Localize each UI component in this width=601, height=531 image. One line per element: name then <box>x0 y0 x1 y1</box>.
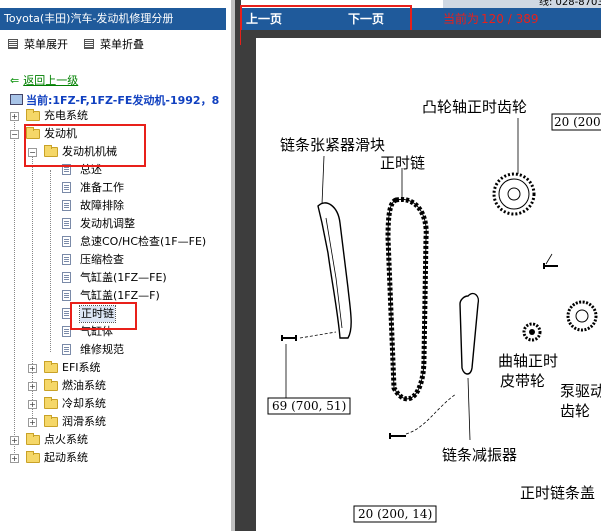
tree-leaf-label: 怠速CO/HC检查(1F—FE) <box>80 235 207 248</box>
tree-item-label: 燃油系统 <box>62 379 106 392</box>
label-pulley: 皮带轮 <box>500 372 546 390</box>
expand-icon[interactable]: + <box>10 112 19 121</box>
folder-icon <box>44 361 58 373</box>
label-cam-sprocket: 凸轮轴正时齿轮 <box>422 98 528 116</box>
document-icon <box>62 236 71 247</box>
folder-icon <box>44 379 58 391</box>
tree-leaf-label: 维修规范 <box>80 343 124 356</box>
top-strip-text: 线: 028-87038 <box>539 0 601 8</box>
tree-item-label: 充电系统 <box>44 109 88 122</box>
page-indicator: 当前为 120 / 389 <box>443 8 539 30</box>
document-icon <box>62 200 71 211</box>
collapse-icon[interactable]: − <box>10 130 19 139</box>
tree-item-label: EFI系统 <box>62 361 101 374</box>
menu-icon <box>8 39 18 49</box>
label-gear: 齿轮 <box>560 402 591 420</box>
current-location-label: 当前:1FZ-F,1FZ-FE发动机-1992，8 <box>26 94 220 107</box>
tensioner-slipper-part <box>317 202 352 339</box>
expand-menu-label: 菜单展开 <box>24 38 68 51</box>
current-location: 当前:1FZ-F,1FZ-FE发动机-1992，8 <box>10 92 219 108</box>
folder-icon <box>26 451 40 463</box>
tree-item-label: 冷却系统 <box>62 397 106 410</box>
document-icon <box>62 272 71 283</box>
app-title: Toyota(丰田)汽车-发动机修理分册 <box>0 8 226 30</box>
back-link-label: 返回上一级 <box>23 74 79 87</box>
expand-icon[interactable]: + <box>10 454 19 463</box>
tree-item-label: 起动系统 <box>44 451 88 464</box>
expand-icon[interactable]: + <box>28 400 37 409</box>
document-icon <box>62 254 71 265</box>
label-chain-cover: 正时链条盖 <box>520 484 596 502</box>
tree-leaf-label: 发动机调整 <box>80 217 135 230</box>
label-crank-sprocket: 曲轴正时 <box>498 352 559 370</box>
tree-leaf-label: 故障排除 <box>80 199 124 212</box>
collapse-menu-button[interactable]: 菜单折叠 <box>84 38 144 52</box>
torque-label-1: 69 (700, 51) <box>272 399 347 413</box>
pump-drive-gear-part <box>566 300 598 332</box>
document-icon <box>62 218 71 229</box>
folder-icon <box>26 109 40 121</box>
page-indicator-value: 120 / 389 <box>481 12 539 26</box>
chain-damper-part <box>459 292 480 375</box>
tree-guide-line <box>14 116 15 461</box>
document-icon <box>62 344 71 355</box>
navigation-tree-pane: Toyota(丰田)汽车-发动机修理分册 菜单展开 菜单折叠 ⇐ 返回上一级 当前… <box>0 0 231 531</box>
label-pump-drive: 泵驱动 <box>560 382 601 400</box>
cam-sprocket-part <box>492 172 536 216</box>
tree-leaf-label: 准备工作 <box>80 181 124 194</box>
label-tensioner-slipper: 链条张紧器滑块 <box>280 136 386 154</box>
expand-icon[interactable]: + <box>10 436 19 445</box>
folder-icon <box>44 415 58 427</box>
menu-icon <box>84 39 94 49</box>
document-icon <box>62 182 71 193</box>
folder-icon <box>44 397 58 409</box>
top-strip: 线: 028-87038 <box>443 0 601 8</box>
expand-icon[interactable]: + <box>28 418 37 427</box>
folder-icon <box>26 433 40 445</box>
tree-leaf-label: 气缸盖(1FZ—FE) <box>80 271 167 284</box>
torque-label-3: 20 (200, <box>554 115 601 129</box>
expand-icon[interactable]: + <box>28 364 37 373</box>
timing-chain-part <box>385 196 429 402</box>
highlight-box-timing-chain <box>70 302 137 330</box>
torque-label-2: 20 (200, 14) <box>358 507 433 521</box>
computer-icon <box>10 94 23 105</box>
label-timing-chain: 正时链 <box>380 154 426 172</box>
scanned-manual-page: 凸轮轴正时齿轮 链条张紧器滑块 正时链 曲轴正时 皮带轮 泵驱动 齿轮 链条减振… <box>256 38 601 531</box>
page-indicator-prefix: 当前为 <box>443 12 480 26</box>
crank-sprocket-part <box>522 322 542 342</box>
collapse-menu-label: 菜单折叠 <box>100 38 144 51</box>
expand-icon[interactable]: + <box>28 382 37 391</box>
label-chain-damper: 链条减振器 <box>442 446 518 464</box>
back-link[interactable]: ⇐ 返回上一级 <box>10 72 78 88</box>
tree-guide-line <box>50 170 51 352</box>
highlight-box-engine-mechanical <box>24 124 146 167</box>
document-icon <box>62 290 71 301</box>
tree-leaf-label: 压缩检查 <box>80 253 124 266</box>
expand-menu-button[interactable]: 菜单展开 <box>8 38 68 52</box>
tree-item-label: 点火系统 <box>44 433 88 446</box>
tree-item-label: 润滑系统 <box>62 415 106 428</box>
back-arrow-icon: ⇐ <box>10 74 20 87</box>
